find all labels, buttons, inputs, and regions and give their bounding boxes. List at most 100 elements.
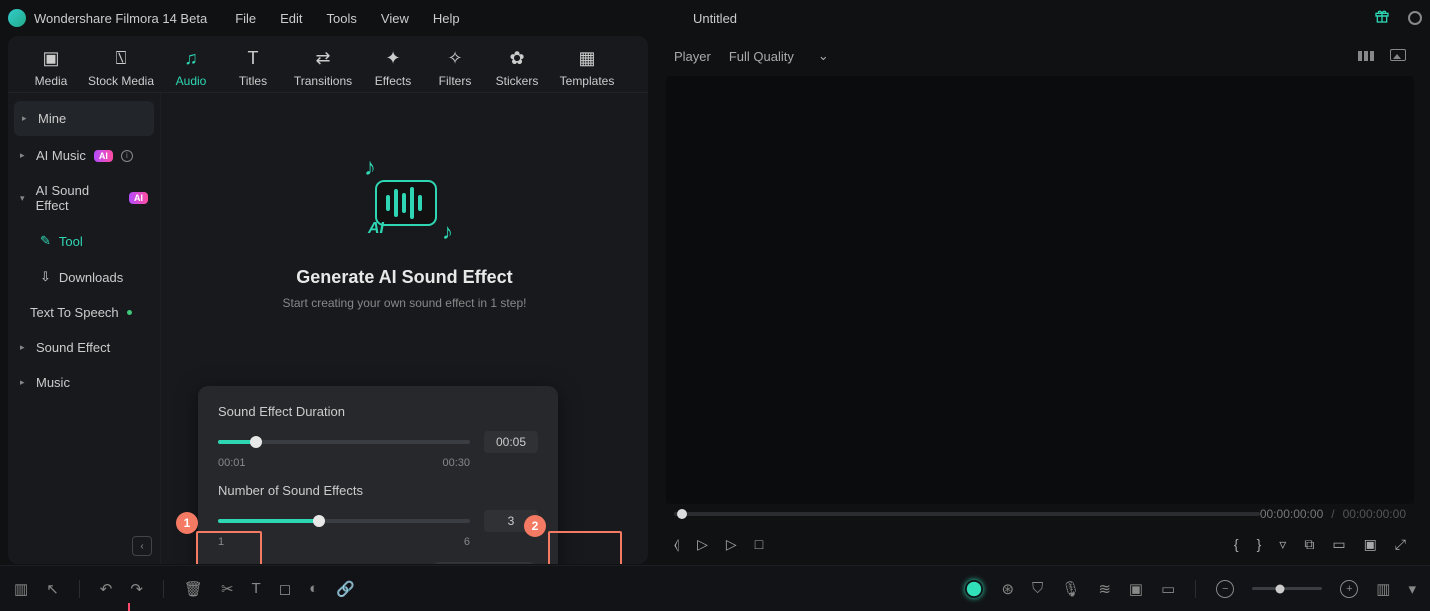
mark-in-button[interactable]: {	[1234, 536, 1239, 552]
cut-button[interactable]: ✂	[221, 580, 234, 598]
new-dot-icon	[127, 310, 132, 315]
audio-sidebar: ▸ Mine ▸ AI Music AI i ▾ AI Sound Effect…	[8, 93, 161, 564]
tab-filters[interactable]: ✧ Filters	[424, 44, 486, 92]
sidebar-subitem-downloads[interactable]: ⇩ Downloads	[8, 259, 160, 295]
menu-help[interactable]: Help	[433, 11, 460, 26]
pointer-icon[interactable]: ↖	[46, 580, 59, 598]
color-button[interactable]: ◐	[309, 580, 318, 597]
undo-button[interactable]: ↶	[100, 580, 113, 598]
tab-effects[interactable]: ✦ Effects	[362, 44, 424, 92]
text-button[interactable]: T	[252, 580, 261, 597]
library-tabs: ▣ Media ⍂ Stock Media ♫ Audio T Titles ⇄…	[8, 36, 648, 93]
record-icon[interactable]: ▣	[1129, 580, 1143, 598]
tab-media[interactable]: ▣ Media	[20, 44, 82, 92]
pip-button[interactable]: ▭	[1332, 536, 1345, 553]
menu-tools[interactable]: Tools	[327, 11, 357, 26]
duration-max: 00:30	[442, 457, 470, 469]
titles-icon: T	[248, 48, 259, 68]
preview-canvas[interactable]	[666, 76, 1414, 504]
snapshot-icon[interactable]	[1390, 49, 1406, 61]
unlimited-pill[interactable]: ✦ Unlimited ?	[430, 562, 538, 564]
render-icon[interactable]: ▭	[1161, 580, 1175, 598]
shield-icon[interactable]: ⛉	[1032, 580, 1043, 597]
redo-button[interactable]: ↷	[130, 580, 143, 598]
play-button[interactable]: ▷	[697, 536, 708, 553]
transitions-icon: ⇄	[315, 48, 330, 68]
playhead-icon[interactable]	[128, 603, 130, 611]
menu-edit[interactable]: Edit	[280, 11, 302, 26]
tab-titles[interactable]: T Titles	[222, 44, 284, 92]
sidebar-item-ai-music[interactable]: ▸ AI Music AI i	[8, 138, 160, 173]
fullscreen-button[interactable]: ⤢	[1395, 536, 1406, 553]
tab-audio[interactable]: ♫ Audio	[160, 44, 222, 92]
audio-icon: ♫	[184, 48, 198, 68]
library-panel: ▣ Media ⍂ Stock Media ♫ Audio T Titles ⇄…	[8, 36, 648, 564]
player-panel: Player Full Quality ⌄ 00:00:00:00 / 00:0…	[658, 36, 1422, 564]
link-button[interactable]: 🔗	[336, 580, 355, 598]
hero-illustration-icon: AI ♪ ♪	[334, 153, 474, 253]
info-icon[interactable]: i	[121, 150, 133, 162]
gift-icon[interactable]	[1374, 8, 1390, 29]
download-icon: ⇩	[40, 269, 51, 285]
title-bar: Wondershare Filmora 14 Beta File Edit To…	[0, 0, 1430, 36]
layout-grid-icon[interactable]	[1358, 49, 1376, 64]
scrub-bar[interactable]	[674, 512, 1260, 516]
timeline-menu-icon[interactable]: ▾	[1408, 580, 1416, 598]
sidebar-item-mine[interactable]: ▸ Mine	[14, 101, 154, 136]
stop-button[interactable]: □	[755, 536, 763, 552]
tab-transitions[interactable]: ⇄ Transitions	[284, 44, 362, 92]
duration-label: Sound Effect Duration	[218, 404, 538, 419]
timeline-toolbar: ▥ ↖ ↶ ↷ 🗑 ✂ T ◻ ◐ 🔗 ⊛ ⛉ 🎙 ≋ ▣ ▭ − + ▥ ▾	[0, 565, 1430, 611]
sidebar-item-sound-effect[interactable]: ▸ Sound Effect	[8, 330, 160, 365]
app-name: Wondershare Filmora 14 Beta	[34, 11, 207, 26]
duration-slider[interactable]	[218, 440, 470, 444]
hero-subtitle: Start creating your own sound effect in …	[283, 296, 527, 310]
mic-icon[interactable]: 🎙	[1061, 580, 1080, 598]
caret-down-icon: ▾	[20, 193, 28, 204]
ai-assistant-icon[interactable]	[965, 580, 983, 598]
templates-icon: ▦	[578, 48, 595, 68]
zoom-out-button[interactable]: −	[1216, 580, 1234, 598]
caret-right-icon: ▸	[22, 113, 30, 124]
menu-file[interactable]: File	[235, 11, 256, 26]
tab-stickers[interactable]: ✿ Stickers	[486, 44, 548, 92]
tab-templates[interactable]: ▦ Templates	[548, 44, 626, 92]
count-max: 6	[464, 536, 470, 548]
next-frame-button[interactable]: ▷	[726, 536, 737, 553]
caret-right-icon: ▸	[20, 150, 28, 161]
sidebar-item-music[interactable]: ▸ Music	[8, 365, 160, 400]
wand-icon: ✎	[40, 233, 51, 249]
svg-text:AI: AI	[367, 220, 385, 237]
mark-out-button[interactable]: }	[1257, 536, 1262, 552]
tracks-icon[interactable]: ▥	[14, 580, 28, 598]
speed-icon[interactable]: ⊛	[1001, 580, 1014, 598]
filters-icon: ✧	[447, 48, 462, 68]
svg-text:♪: ♪	[442, 219, 453, 244]
annotation-box-1	[196, 531, 262, 564]
account-circle-icon[interactable]	[1408, 11, 1422, 25]
menu-view[interactable]: View	[381, 11, 409, 26]
quality-dropdown[interactable]: Full Quality ⌄	[729, 48, 829, 64]
stickers-icon: ✿	[509, 48, 524, 68]
fit-timeline-icon[interactable]: ▥	[1376, 580, 1390, 598]
zoom-slider[interactable]	[1252, 587, 1322, 590]
delete-button[interactable]: 🗑	[184, 580, 203, 598]
compare-button[interactable]: ⧉	[1304, 536, 1314, 553]
sidebar-subitem-tool[interactable]: ✎ Tool	[8, 223, 160, 259]
prev-frame-button[interactable]: ⦉	[674, 536, 679, 553]
count-slider[interactable]	[218, 519, 470, 523]
crop-button[interactable]: ◻	[279, 580, 291, 598]
collapse-sidebar-button[interactable]: ‹	[132, 536, 152, 556]
annotation-box-2	[548, 531, 622, 564]
sidebar-item-ai-sound-effect[interactable]: ▾ AI Sound Effect AI	[8, 173, 160, 223]
sidebar-item-tts[interactable]: Text To Speech	[8, 295, 160, 330]
caret-right-icon: ▸	[20, 377, 28, 388]
time-total: 00:00:00:00	[1343, 507, 1406, 521]
main-menu: File Edit Tools View Help	[235, 11, 459, 26]
safe-zone-button[interactable]: ▣	[1364, 536, 1377, 553]
zoom-in-button[interactable]: +	[1340, 580, 1358, 598]
mixer-icon[interactable]: ≋	[1098, 580, 1111, 598]
marker-button[interactable]: ▿	[1279, 536, 1286, 553]
tab-stock-media[interactable]: ⍂ Stock Media	[82, 44, 160, 92]
count-label: Number of Sound Effects	[218, 483, 538, 498]
